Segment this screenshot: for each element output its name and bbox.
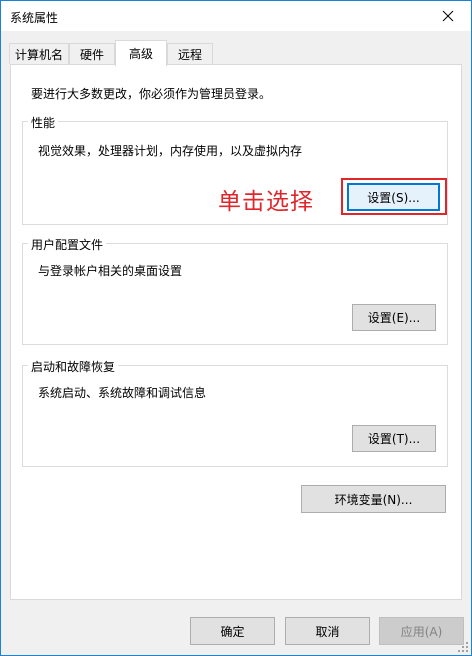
tab-advanced[interactable]: 高级 [115,40,167,66]
tab-label: 远程 [177,47,202,62]
button-label: 环境变量(N)... [334,492,413,507]
ok-button[interactable]: 确定 [190,617,275,645]
title-bar[interactable]: 系统属性 [1,1,471,31]
tab-computer-name[interactable]: 计算机名 [9,43,69,64]
tab-label: 硬件 [79,47,104,62]
apply-button: 应用(A) [379,617,464,645]
button-label: 取消 [315,624,340,639]
cancel-button[interactable]: 取消 [285,617,370,645]
close-button[interactable] [425,1,471,31]
close-icon [442,10,454,22]
user-profiles-description: 与登录帐户相关的桌面设置 [38,264,183,278]
tab-hardware[interactable]: 硬件 [69,43,115,64]
window-title: 系统属性 [10,11,59,25]
button-label: 设置(E)... [367,311,421,325]
performance-settings-button[interactable]: 设置(S)... [347,183,440,211]
button-label: 设置(T)... [367,432,421,446]
admin-notice: 要进行大多数更改，你必须作为管理员登录。 [31,87,272,101]
startup-recovery-description: 系统启动、系统故障和调试信息 [38,386,207,400]
button-label: 应用(A) [400,624,443,639]
annotation-text: 单击选择 [218,189,314,215]
button-label: 设置(S)... [367,190,420,205]
tab-remote[interactable]: 远程 [167,43,213,64]
environment-variables-button[interactable]: 环境变量(N)... [301,485,446,513]
user-profiles-settings-button[interactable]: 设置(E)... [352,304,436,331]
startup-recovery-group-title: 启动和故障恢复 [28,358,119,375]
tab-label: 高级 [128,47,153,61]
performance-group-title: 性能 [28,114,59,131]
user-profiles-group-title: 用户配置文件 [28,236,107,253]
resize-grip-icon[interactable] [457,641,469,653]
startup-recovery-settings-button[interactable]: 设置(T)... [352,425,436,452]
tab-label: 计算机名 [14,47,63,62]
button-label: 确定 [220,624,245,639]
performance-description: 视觉效果，处理器计划，内存使用，以及虚拟内存 [38,144,303,158]
system-properties-window: 系统属性 计算机名 硬件 高级 远程 要进行大多数更改，你必须作为管理员登录。 … [0,0,472,656]
